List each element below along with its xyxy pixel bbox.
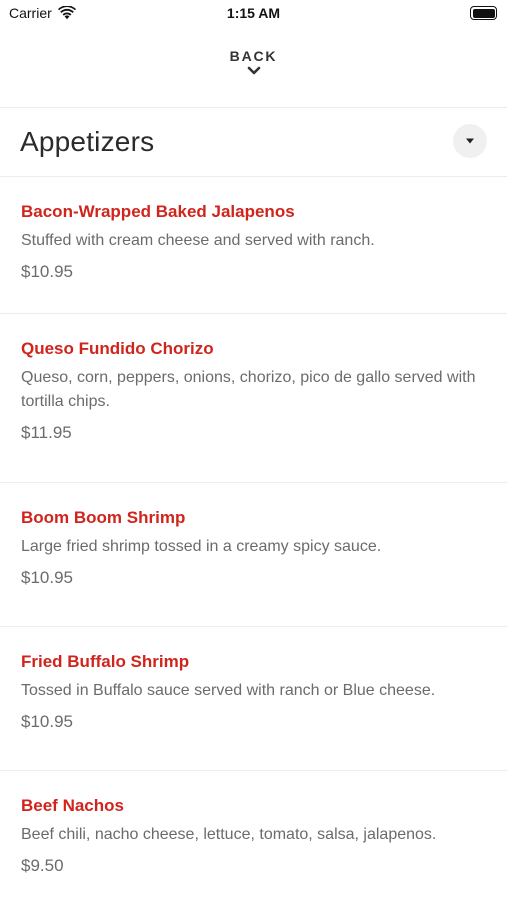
section-header: Appetizers [0, 108, 507, 176]
item-price: $11.95 [21, 423, 72, 442]
item-description: Tossed in Buffalo sauce served with ranc… [21, 682, 436, 699]
back-label: BACK [229, 48, 278, 64]
menu-item[interactable]: Queso Fundido Chorizo Queso, corn, peppe… [0, 314, 507, 483]
item-name: Beef Nachos [21, 796, 124, 815]
battery-icon [470, 6, 497, 20]
item-name: Queso Fundido Chorizo [21, 339, 214, 358]
menu-item[interactable]: Beef Nachos Beef chili, nacho cheese, le… [0, 771, 507, 900]
item-price: $9.50 [21, 856, 64, 875]
menu-item[interactable]: Fried Buffalo Shrimp Tossed in Buffalo s… [0, 627, 507, 771]
item-name: Fried Buffalo Shrimp [21, 652, 190, 671]
item-description: Large fried shrimp tossed in a creamy sp… [21, 538, 382, 555]
menu-item[interactable]: Bacon-Wrapped Baked Jalapenos Stuffed wi… [0, 177, 507, 314]
status-bar: Carrier 1:15 AM [0, 0, 507, 30]
item-price: $10.95 [21, 568, 73, 587]
battery-level [472, 8, 495, 18]
back-button[interactable]: BACK [0, 48, 507, 92]
item-price: $10.95 [21, 262, 73, 281]
item-description: Stuffed with cream cheese and served wit… [21, 232, 375, 249]
menu-list: Bacon-Wrapped Baked Jalapenos Stuffed wi… [0, 177, 507, 900]
menu-item[interactable]: Boom Boom Shrimp Large fried shrimp toss… [0, 483, 507, 627]
caret-down-icon [466, 138, 474, 144]
item-name: Bacon-Wrapped Baked Jalapenos [21, 202, 295, 221]
item-description: Queso, corn, peppers, onions, chorizo, p… [21, 369, 476, 410]
item-price: $10.95 [21, 712, 73, 731]
section-title: Appetizers [20, 126, 155, 157]
chevron-down-icon [247, 66, 260, 75]
item-name: Boom Boom Shrimp [21, 508, 186, 527]
category-dropdown-button[interactable] [453, 124, 487, 158]
item-description: Beef chili, nacho cheese, lettuce, tomat… [21, 826, 437, 843]
status-time: 1:15 AM [226, 5, 281, 21]
